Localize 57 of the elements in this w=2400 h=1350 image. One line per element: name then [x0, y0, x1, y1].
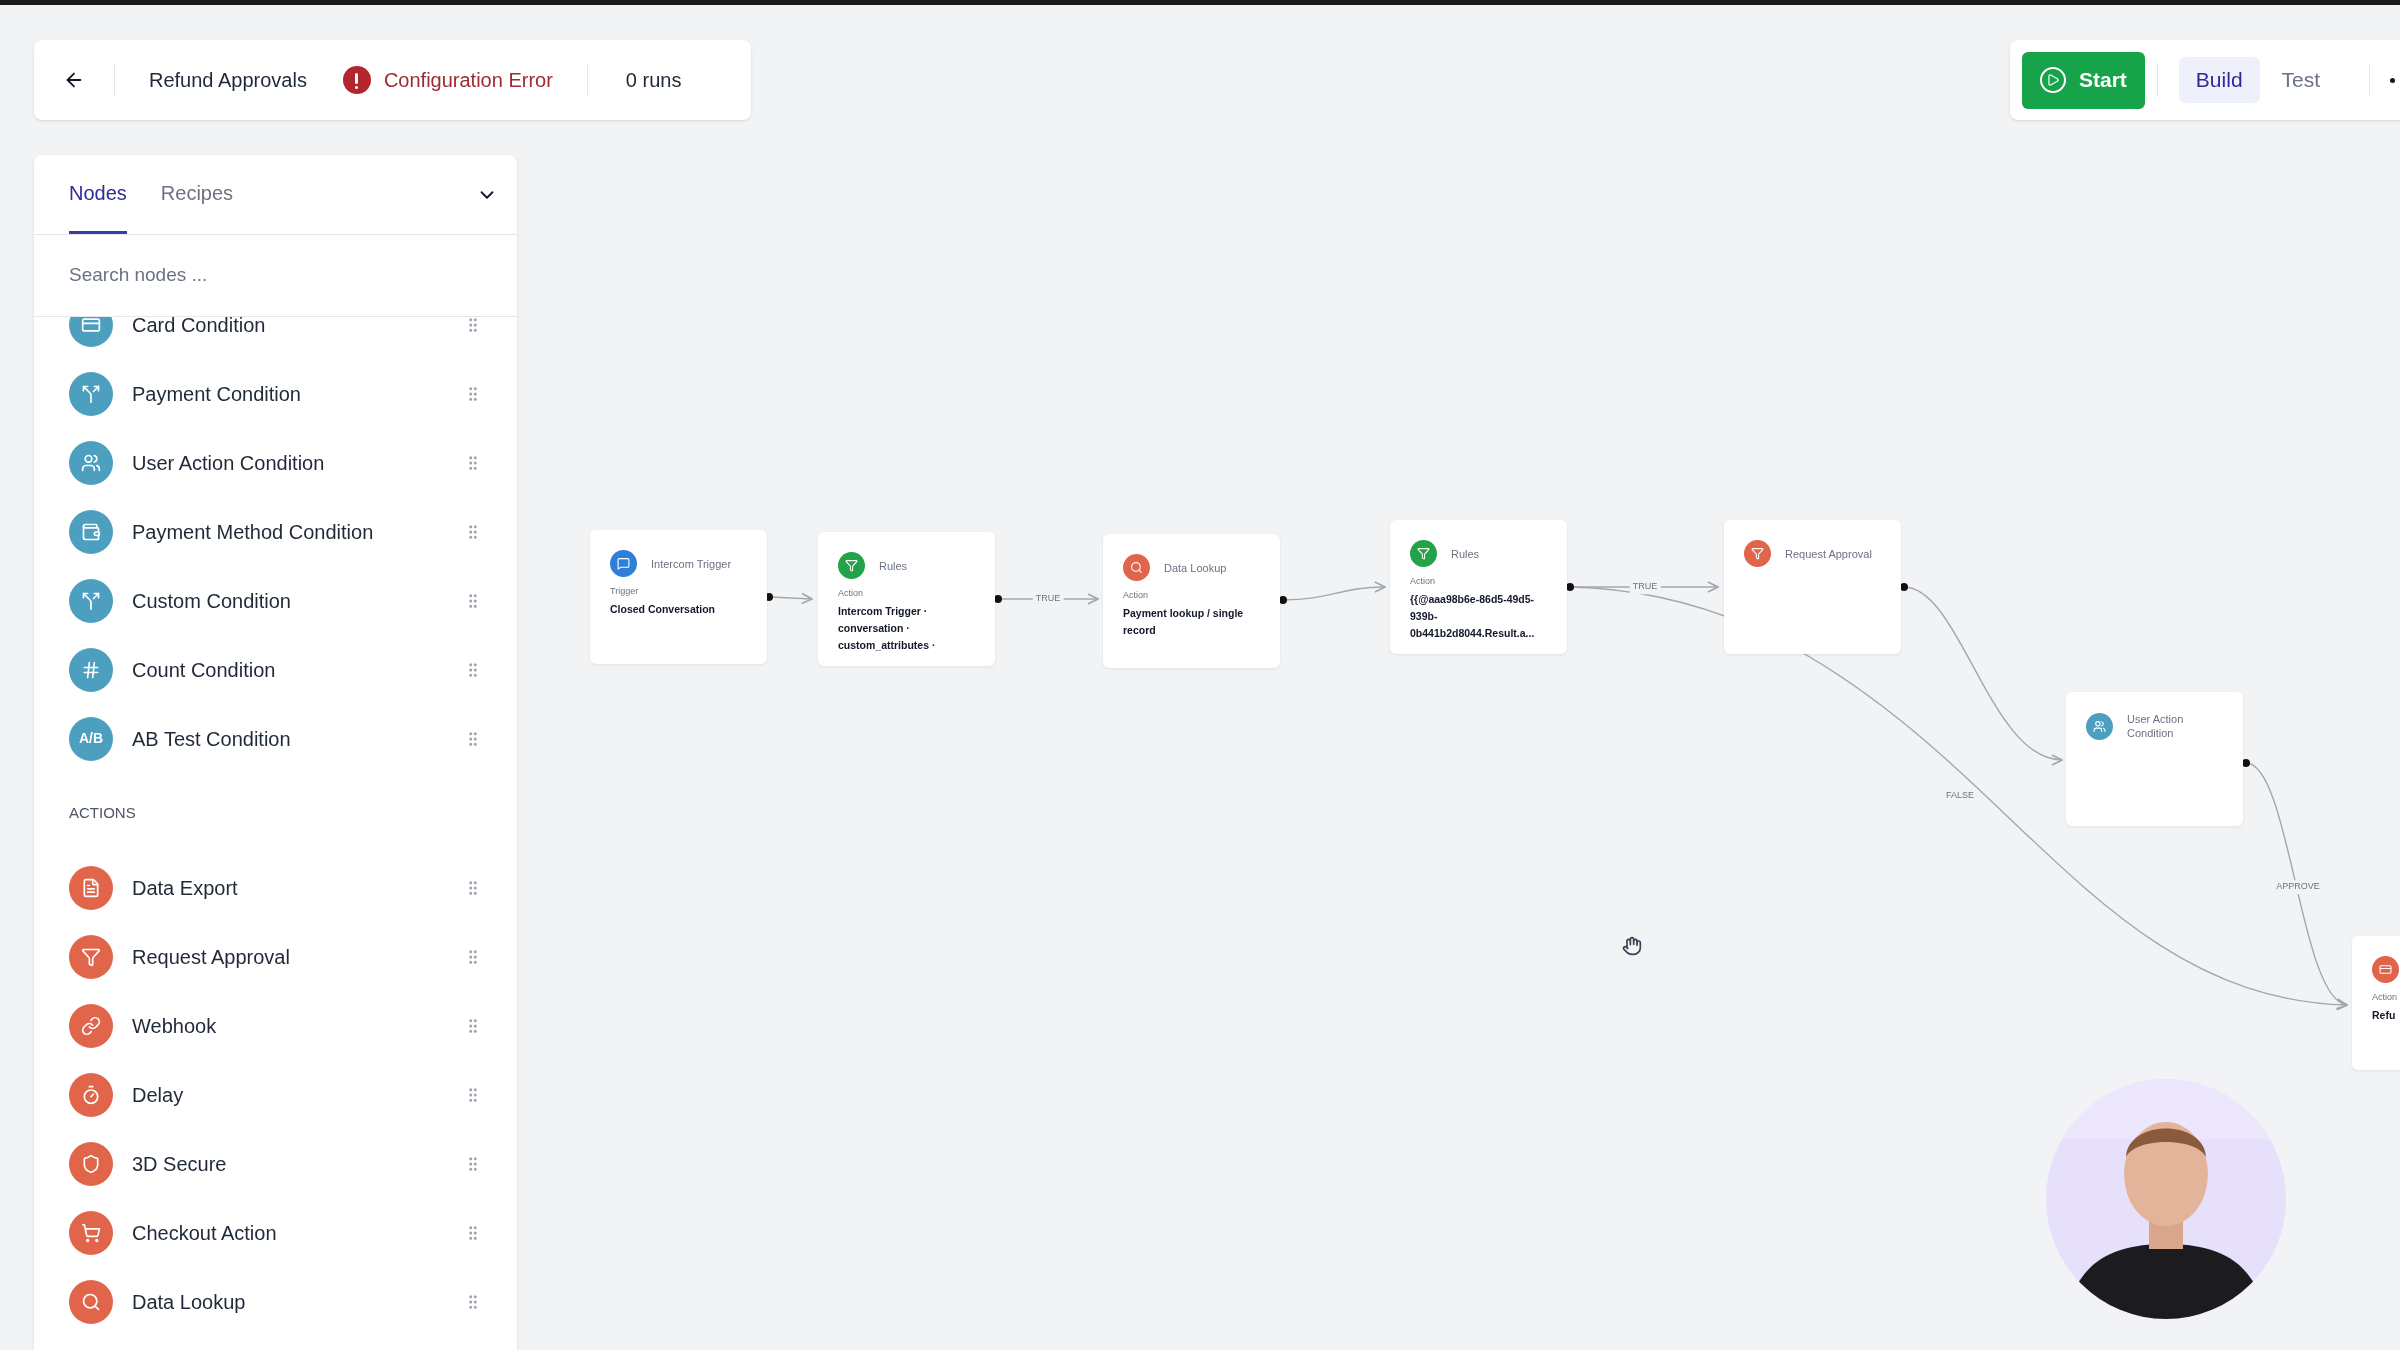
- error-icon: [342, 66, 371, 94]
- node-sublabel: Action: [1410, 575, 1436, 588]
- node-text: Payment lookup / single record: [1123, 605, 1245, 638]
- node-list-item[interactable]: Payment Method Condition: [34, 497, 517, 566]
- node-title: Rules: [1451, 546, 1480, 561]
- more-icon[interactable]: [2390, 77, 2396, 83]
- mode-tab[interactable]: Build: [2178, 57, 2260, 103]
- node-title: Data Lookup: [1164, 560, 1227, 575]
- hand-cursor-icon: [1622, 936, 1642, 956]
- node-sublabel: Action: [2372, 991, 2398, 1004]
- panel-tab[interactable]: Recipes: [160, 155, 234, 234]
- status-text: Configuration Error: [383, 68, 553, 93]
- flow-node[interactable]: Intercom Trigger Trigger Closed Conversation: [590, 530, 767, 664]
- port-dot[interactable]: [1566, 583, 1574, 591]
- flow-node[interactable]: Request Approval: [1724, 520, 1901, 654]
- node-list-item[interactable]: Delay: [34, 1060, 517, 1129]
- node-list-item[interactable]: Count Condition: [34, 635, 517, 704]
- node-title: Request Approval: [1785, 546, 1872, 561]
- node-text: Refu: [2372, 1007, 2397, 1023]
- mode-tab[interactable]: Test: [2264, 57, 2338, 103]
- node-text: Intercom Trigger · conversation · custom_attributes ·: [838, 603, 937, 653]
- node-list-item[interactable]: User Action Condition: [34, 428, 517, 497]
- node-list-item[interactable]: Custom Condition: [34, 566, 517, 635]
- node-list-item[interactable]: Checkout Action: [34, 1198, 517, 1267]
- node-text: {{@aaa98b6e-86d5-49d5-939b-0b441b2d8044.Result.a...: [1410, 591, 1536, 641]
- workflow-title: Refund Approvals: [149, 68, 307, 93]
- search-field[interactable]: Search nodes ...: [69, 261, 482, 290]
- edge-label: APPROVE: [2273, 880, 2323, 894]
- node-list-item[interactable]: Payment Condition: [34, 359, 517, 428]
- node-list-item[interactable]: Data Export: [34, 853, 517, 922]
- edge-label: TRUE: [1629, 580, 1661, 594]
- node-text: Closed Conversation: [610, 601, 717, 617]
- run-count: 0 runs: [625, 68, 682, 93]
- node-list-item[interactable]: A/B AB Test Condition: [34, 704, 517, 773]
- port-dot[interactable]: [1279, 596, 1287, 604]
- port-dot[interactable]: [1900, 583, 1908, 591]
- port-dot[interactable]: [2242, 759, 2250, 767]
- node-title: User Action Condition: [2127, 712, 2185, 740]
- node-title: Intercom Trigger: [651, 556, 732, 571]
- node-list-item[interactable]: 3D Secure: [34, 1129, 517, 1198]
- flow-node[interactable]: User Action Condition: [2066, 692, 2243, 826]
- node-sublabel: Trigger: [610, 585, 640, 598]
- section-heading: ACTIONS: [69, 802, 136, 823]
- node-sublabel: Action: [1123, 589, 1149, 602]
- flow-node[interactable]: Rules Action Intercom Trigger · conversation · custom_attributes ·: [818, 532, 995, 666]
- play-icon: [2040, 67, 2066, 93]
- node-list-item[interactable]: Request Approval: [34, 922, 517, 991]
- node-list-item[interactable]: Webhook: [34, 991, 517, 1060]
- port-dot[interactable]: [994, 595, 1002, 603]
- flow-node[interactable]: Rules Action {{@aaa98b6e-86d5-49d5-939b-0b441b2d8044.Result.a...: [1390, 520, 1567, 654]
- ab-icon: A/B: [69, 716, 113, 761]
- node-title: Rules: [879, 558, 908, 573]
- flow-node[interactable]: Action Refu: [2352, 936, 2400, 1070]
- node-list-item[interactable]: Card Condition: [34, 317, 517, 359]
- node-sublabel: Action: [838, 587, 864, 600]
- node-list-item[interactable]: Data Lookup: [34, 1267, 517, 1336]
- flow-node[interactable]: Data Lookup Action Payment lookup / single record: [1103, 534, 1280, 668]
